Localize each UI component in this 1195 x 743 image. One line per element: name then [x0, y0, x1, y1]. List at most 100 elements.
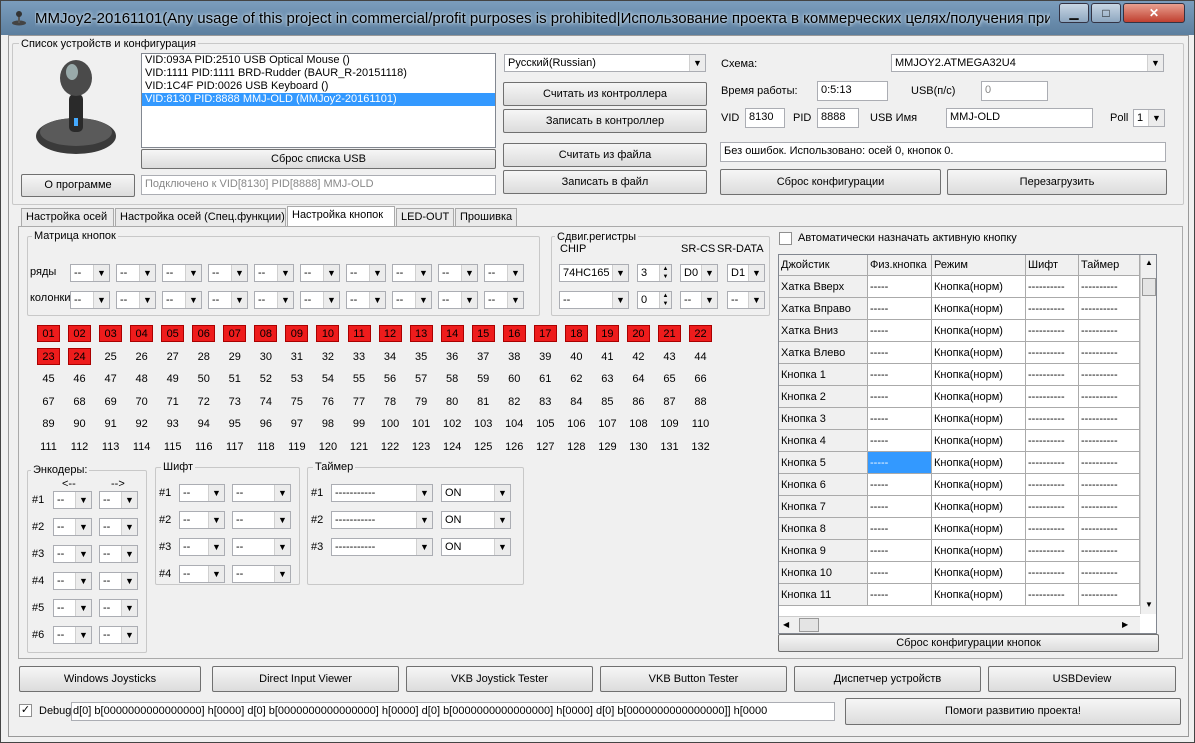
shift-select-a[interactable]: -- ▼	[179, 538, 225, 556]
sr-cs-select-2[interactable]: -- ▼	[680, 291, 718, 309]
maximize-button[interactable]: □	[1091, 3, 1121, 23]
table-cell[interactable]: ----------	[1079, 496, 1140, 518]
table-row-header[interactable]: Кнопка 11	[779, 584, 868, 606]
table-row-header[interactable]: Кнопка 5	[779, 452, 868, 474]
close-button[interactable]: ✕	[1123, 3, 1185, 23]
encoder-left-select[interactable]: -- ▼	[53, 626, 92, 644]
table-cell[interactable]: ----------	[1026, 496, 1079, 518]
table-cell[interactable]: -----	[868, 562, 932, 584]
table-row-header[interactable]: Хатка Влево	[779, 342, 868, 364]
matrix-col-select[interactable]: -- ▼	[392, 291, 432, 309]
table-row-header[interactable]: Кнопка 10	[779, 562, 868, 584]
table-cell[interactable]: ----------	[1026, 276, 1079, 298]
matrix-row-select[interactable]: -- ▼	[300, 264, 340, 282]
table-cell[interactable]: Кнопка(норм)	[932, 342, 1026, 364]
table-cell[interactable]: ----------	[1079, 540, 1140, 562]
tab-buttons[interactable]: Настройка кнопок	[287, 206, 395, 227]
table-cell[interactable]: ----------	[1026, 474, 1079, 496]
chip-select-2[interactable]: -- ▼	[559, 291, 629, 309]
scroll-up-icon[interactable]: ▲	[1142, 258, 1156, 267]
table-cell[interactable]: ----------	[1079, 276, 1140, 298]
table-cell[interactable]: -----	[868, 452, 932, 474]
encoder-right-select[interactable]: -- ▼	[99, 599, 138, 617]
reset-usb-list-button[interactable]: Сброс списка USB	[141, 149, 496, 169]
table-cell[interactable]: ----------	[1026, 408, 1079, 430]
table-cell[interactable]: Кнопка(норм)	[932, 474, 1026, 496]
table-cell[interactable]: Кнопка(норм)	[932, 496, 1026, 518]
hscroll-thumb[interactable]	[799, 618, 819, 632]
device-item[interactable]: VID:1111 PID:1111 BRD-Rudder (BAUR_R-201…	[142, 67, 495, 80]
table-header[interactable]: Режим	[932, 255, 1026, 276]
table-cell[interactable]: Кнопка(норм)	[932, 320, 1026, 342]
encoder-right-select[interactable]: -- ▼	[99, 626, 138, 644]
horizontal-scrollbar[interactable]: ◀ ▶	[779, 616, 1140, 633]
table-header[interactable]: Шифт	[1026, 255, 1079, 276]
poll-select[interactable]: 1 ▼	[1133, 109, 1165, 127]
encoder-right-select[interactable]: -- ▼	[99, 572, 138, 590]
tab-led-out[interactable]: LED-OUT	[396, 208, 454, 226]
write-controller-button[interactable]: Записать в контроллер	[503, 109, 707, 133]
table-cell[interactable]: -----	[868, 496, 932, 518]
read-file-button[interactable]: Считать из файла	[503, 143, 707, 167]
matrix-col-select[interactable]: -- ▼	[162, 291, 202, 309]
pid-field[interactable]: 8888	[817, 108, 859, 128]
device-item[interactable]: VID:093A PID:2510 USB Optical Mouse ()	[142, 54, 495, 67]
table-cell[interactable]: ----------	[1079, 430, 1140, 452]
matrix-row-select[interactable]: -- ▼	[70, 264, 110, 282]
spin-arrows-icon[interactable]: ▲ ▼	[659, 292, 671, 308]
vid-field[interactable]: 8130	[745, 108, 785, 128]
table-cell[interactable]: ----------	[1079, 474, 1140, 496]
table-cell[interactable]: -----	[868, 474, 932, 496]
matrix-col-select[interactable]: -- ▼	[346, 291, 386, 309]
table-cell[interactable]: ----------	[1026, 298, 1079, 320]
table-cell[interactable]: -----	[868, 298, 932, 320]
sr-data-select-2[interactable]: -- ▼	[727, 291, 765, 309]
table-cell[interactable]: -----	[868, 584, 932, 606]
device-item[interactable]: VID:1C4F PID:0026 USB Keyboard ()	[142, 80, 495, 93]
encoder-right-select[interactable]: -- ▼	[99, 545, 138, 563]
matrix-col-select[interactable]: -- ▼	[438, 291, 478, 309]
encoder-right-select[interactable]: -- ▼	[99, 518, 138, 536]
chip-select-1[interactable]: 74HC165 ▼	[559, 264, 629, 282]
table-cell[interactable]: ----------	[1079, 364, 1140, 386]
table-row-header[interactable]: Хатка Вправо	[779, 298, 868, 320]
spin-arrows-icon[interactable]: ▲ ▼	[659, 265, 671, 281]
schema-select[interactable]: MMJOY2.ATMEGA32U4 ▼	[891, 54, 1164, 72]
matrix-row-select[interactable]: -- ▼	[162, 264, 202, 282]
chip-count-1[interactable]: 3 ▲ ▼	[637, 264, 672, 282]
scroll-down-icon[interactable]: ▼	[1142, 600, 1156, 609]
table-cell[interactable]: Кнопка(норм)	[932, 584, 1026, 606]
matrix-col-select[interactable]: -- ▼	[484, 291, 524, 309]
table-cell[interactable]: Кнопка(норм)	[932, 540, 1026, 562]
table-row-header[interactable]: Кнопка 4	[779, 430, 868, 452]
matrix-col-select[interactable]: -- ▼	[254, 291, 294, 309]
table-cell[interactable]: ----------	[1079, 408, 1140, 430]
reboot-button[interactable]: Перезагрузить	[947, 169, 1167, 195]
debug-checkbox[interactable]: ✓	[19, 704, 32, 717]
sr-cs-select-1[interactable]: D0 ▼	[680, 264, 718, 282]
tab-axes-special[interactable]: Настройка осей (Спец.функции)	[115, 208, 286, 226]
table-cell[interactable]: ----------	[1026, 584, 1079, 606]
table-row-header[interactable]: Хатка Вверх	[779, 276, 868, 298]
table-header[interactable]: Джойстик	[779, 255, 868, 276]
minimize-button[interactable]: ▁	[1059, 3, 1089, 23]
scroll-right-icon[interactable]: ▶	[1122, 620, 1128, 629]
table-row-header[interactable]: Кнопка 1	[779, 364, 868, 386]
table-row-header[interactable]: Кнопка 9	[779, 540, 868, 562]
device-item-selected[interactable]: VID:8130 PID:8888 MMJ-OLD (MMJoy2-201611…	[142, 93, 495, 106]
table-cell[interactable]: -----	[868, 540, 932, 562]
reset-buttons-config-button[interactable]: Сброс конфигурации кнопок	[778, 634, 1159, 652]
tab-firmware[interactable]: Прошивка	[455, 208, 517, 226]
timer-select[interactable]: ----------- ▼	[331, 511, 433, 529]
table-header[interactable]: Таймер	[1079, 255, 1140, 276]
title-bar[interactable]: MMJoy2-20161101(Any usage of this projec…	[1, 1, 1194, 35]
table-cell[interactable]: Кнопка(норм)	[932, 562, 1026, 584]
encoder-left-select[interactable]: -- ▼	[53, 491, 92, 509]
table-cell[interactable]: Кнопка(норм)	[932, 430, 1026, 452]
encoder-left-select[interactable]: -- ▼	[53, 572, 92, 590]
shift-select-a[interactable]: -- ▼	[179, 484, 225, 502]
table-cell[interactable]: ----------	[1026, 562, 1079, 584]
table-cell[interactable]: -----	[868, 408, 932, 430]
matrix-row-select[interactable]: -- ▼	[254, 264, 294, 282]
table-cell[interactable]: ----------	[1079, 320, 1140, 342]
